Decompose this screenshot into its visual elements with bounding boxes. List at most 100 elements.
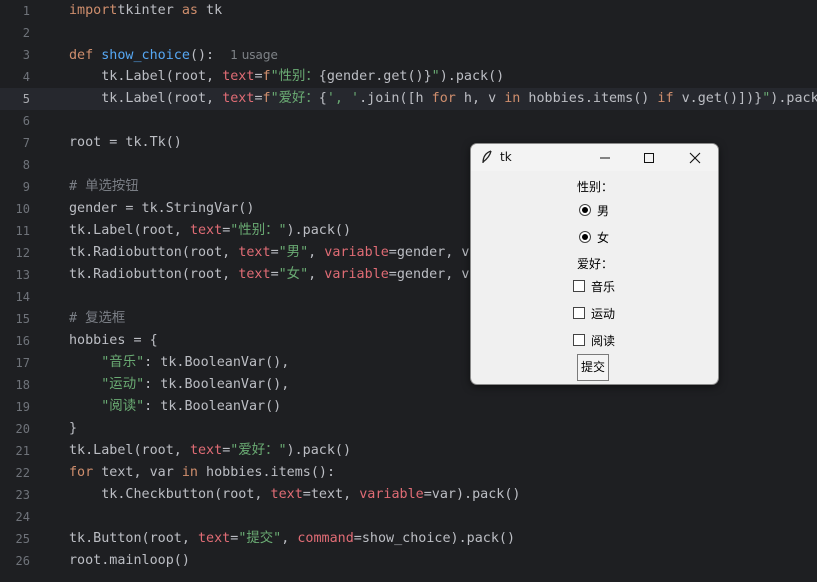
code-token: =var).pack() (423, 487, 521, 502)
code-token: "爱好：" (230, 443, 287, 458)
code-line[interactable]: 6 (0, 110, 817, 132)
code-token: = (270, 267, 279, 282)
code-token: text (238, 245, 271, 260)
code-token: for (431, 91, 456, 106)
code-token: "女" (278, 267, 309, 282)
line-number: 24 (15, 510, 30, 524)
feather-icon (482, 150, 492, 164)
line-number: 7 (22, 136, 30, 150)
code-token: " (431, 69, 440, 84)
line-number: 15 (15, 312, 30, 326)
maximize-button[interactable] (635, 148, 663, 168)
code-token: command (297, 531, 354, 546)
usage-hint[interactable]: 1 usage (230, 48, 278, 62)
window-title: tk (500, 150, 512, 164)
code-line[interactable]: 22 for text, var in hobbies.items(): (0, 462, 817, 484)
code-token: show_choice (101, 48, 190, 63)
check-music-box[interactable] (573, 280, 585, 292)
code-text: tk.Label(root, text=f"性别：{gender.get()}"… (69, 66, 504, 88)
code-line[interactable]: 20} (0, 418, 817, 440)
code-line[interactable]: 26 root.mainloop() (0, 550, 817, 572)
code-token: , (308, 267, 325, 282)
code-token: .join([h (359, 91, 432, 106)
code-token: f (262, 69, 271, 84)
line-number: 2 (22, 26, 30, 40)
check-sport-label[interactable]: 运动 (591, 305, 615, 322)
code-token: tk.Label(root, (69, 223, 190, 238)
close-icon (689, 152, 701, 164)
code-token: : tk.BooleanVar(), (144, 377, 290, 392)
code-token: "运动" (101, 377, 145, 392)
code-token: : tk.BooleanVar(), (144, 355, 290, 370)
line-number: 5 (22, 92, 30, 106)
code-token: # 单选按钮 (69, 179, 139, 194)
code-token: text (270, 487, 303, 502)
line-number: 6 (22, 114, 30, 128)
minimize-icon (600, 157, 610, 159)
code-token: =text, (302, 487, 360, 502)
code-token: ).pack( (770, 91, 817, 106)
code-token: "男" (278, 245, 309, 260)
code-token: text (189, 223, 223, 238)
code-text: } (69, 418, 77, 440)
line-number: 3 (22, 48, 30, 62)
code-token: "阅读" (101, 399, 145, 414)
code-token: ).pack() (286, 443, 352, 458)
radio-female-indicator[interactable] (579, 231, 591, 243)
check-read-box[interactable] (573, 334, 585, 346)
code-line[interactable]: 3 def show_choice(): 1 usage (0, 44, 817, 66)
check-music-label[interactable]: 音乐 (591, 278, 615, 295)
code-token: h, v (455, 91, 505, 106)
code-token: def (69, 48, 102, 63)
code-line[interactable]: 2 (0, 22, 817, 44)
code-token: "音乐" (101, 355, 145, 370)
code-token: for (69, 465, 94, 480)
line-number: 23 (15, 488, 30, 502)
code-token: tk.Label(root, (69, 69, 223, 84)
code-text: root = tk.Tk() (69, 132, 182, 154)
code-token: {gender.get()} (318, 69, 432, 84)
code-token: = (254, 69, 263, 84)
radio-female-label[interactable]: 女 (597, 229, 609, 246)
code-text: tk.Checkbutton(root, text=text, variable… (69, 484, 520, 506)
code-line[interactable]: 25 tk.Button(root, text="提交", command=sho… (0, 528, 817, 550)
check-sport-box[interactable] (573, 307, 585, 319)
radio-male-label[interactable]: 男 (597, 202, 609, 219)
code-line[interactable]: 4 tk.Label(root, text=f"性别：{gender.get()… (0, 66, 817, 88)
submit-button[interactable]: 提交 (577, 354, 609, 381)
code-line[interactable]: 1 importtkinter as tk (0, 0, 817, 22)
line-number: 18 (15, 378, 30, 392)
line-number: 13 (15, 268, 30, 282)
hobby-label: 爱好： (577, 257, 614, 271)
code-token: } (69, 421, 78, 436)
code-token: : tk.BooleanVar() (144, 399, 282, 414)
code-token: text, var (93, 465, 182, 480)
line-number: 16 (15, 334, 30, 348)
check-read-label[interactable]: 阅读 (591, 332, 615, 349)
code-line[interactable]: 24 (0, 506, 817, 528)
minimize-button[interactable] (591, 148, 619, 168)
line-number: 11 (15, 224, 30, 238)
code-text: tk.Label(root, text="性别：").pack() (69, 220, 351, 242)
line-number: 4 (22, 70, 30, 84)
code-token: hobbies.items() (520, 91, 658, 106)
code-token: text (222, 69, 255, 84)
window-titlebar[interactable]: tk (471, 144, 718, 171)
code-token: =gender, va (388, 245, 478, 260)
line-number: 21 (15, 444, 30, 458)
line-number: 22 (15, 466, 30, 480)
code-token: import (69, 3, 118, 18)
code-line[interactable]: 21 tk.Label(root, text="爱好：").pack() (0, 440, 817, 462)
code-text: # 单选按钮 (69, 176, 139, 198)
line-number: 12 (15, 246, 30, 260)
close-button[interactable] (681, 148, 709, 168)
code-text: tk.Label(root, text=f"爱好：{', '.join([h f… (69, 88, 817, 110)
code-token: # 复选框 (69, 311, 126, 326)
code-line[interactable]: 5 tk.Label(root, text=f"爱好：{', '.join([h… (0, 88, 817, 110)
code-token: tk.Button(root, (69, 531, 198, 546)
radio-male-indicator[interactable] (579, 204, 591, 216)
code-line[interactable]: 23 tk.Checkbutton(root, text=text, varia… (0, 484, 817, 506)
code-text: gender = tk.StringVar() (69, 198, 254, 220)
code-line[interactable]: 19 "阅读": tk.BooleanVar() (0, 396, 817, 418)
